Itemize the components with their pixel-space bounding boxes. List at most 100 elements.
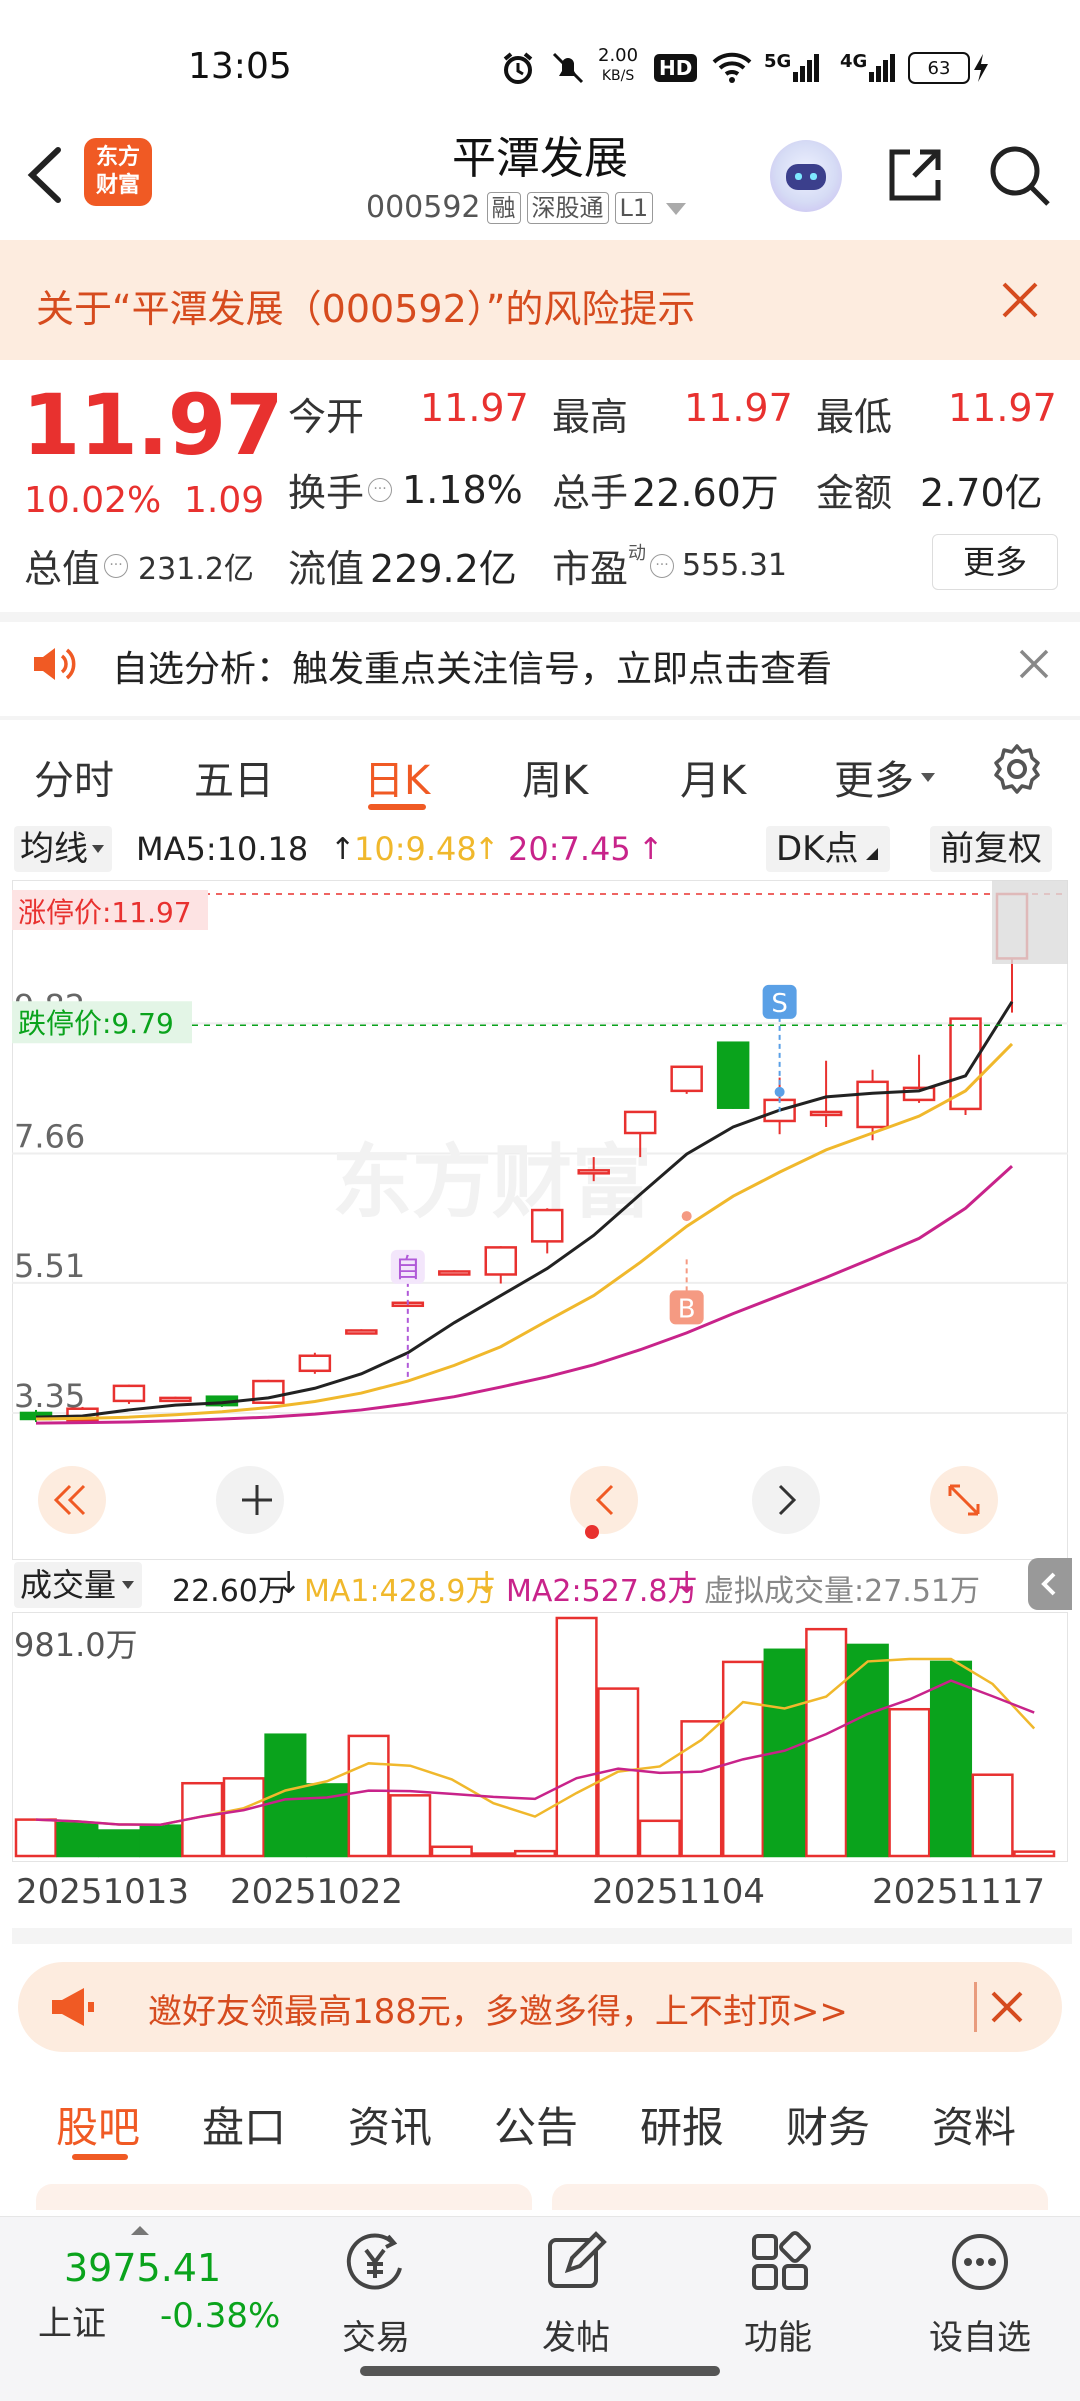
tab-pankou[interactable]: 盘口: [202, 2094, 286, 2155]
net2-label: 4G: [840, 50, 868, 72]
nav-trade[interactable]: 交易: [316, 2310, 436, 2359]
yuan-trade-icon[interactable]: [340, 2230, 410, 2298]
divider: [12, 1928, 1072, 1944]
nav-post[interactable]: 发帖: [516, 2310, 636, 2359]
index-name[interactable]: 上证: [38, 2296, 106, 2345]
tab-more[interactable]: 更多: [834, 748, 938, 806]
adjust-mode-button[interactable]: 前复权: [930, 826, 1052, 872]
analysis-banner-text[interactable]: 自选分析：触发重点关注信号，立即点击查看: [112, 640, 832, 692]
more-quote-button[interactable]: 更多: [932, 534, 1058, 590]
buy-marker[interactable]: B: [678, 1294, 696, 1324]
candle-body: [716, 1041, 750, 1109]
tab-news[interactable]: 资讯: [348, 2094, 432, 2155]
index-value[interactable]: 3975.41: [64, 2246, 221, 2290]
tab-guba[interactable]: 股吧: [56, 2094, 140, 2155]
candle-body: [484, 1246, 518, 1276]
current-price: 11.97: [22, 376, 284, 474]
nav-add-watchlist[interactable]: 设自选: [920, 2310, 1040, 2359]
grid-function-icon[interactable]: [748, 2230, 812, 2298]
tab-daily-k[interactable]: 日K: [364, 748, 430, 806]
ma5-value: MA5:10.18: [136, 830, 309, 868]
nav-functions[interactable]: 功能: [718, 2310, 838, 2359]
close-icon[interactable]: [990, 1990, 1024, 2028]
candle-body: [298, 1354, 332, 1373]
ma-select[interactable]: 均线: [14, 826, 112, 872]
date-label: 20251104: [592, 1872, 766, 1912]
crosshair-icon[interactable]: [216, 1466, 284, 1534]
info-icon[interactable]: ···: [650, 553, 675, 578]
hd-label: HD: [654, 54, 698, 82]
amount-field: 金额 2.70亿: [816, 462, 1043, 517]
arrow-up-icon: ↑: [330, 832, 356, 867]
search-icon[interactable]: [986, 142, 1052, 208]
ma10-value: 10:9.48: [354, 830, 477, 868]
volume-bar: [14, 1818, 57, 1858]
sell-marker[interactable]: S: [771, 989, 788, 1019]
volume-chart[interactable]: 981.0万: [12, 1612, 1068, 1862]
open-value: 11.97: [420, 386, 529, 430]
info-icon[interactable]: ···: [104, 553, 129, 578]
invite-banner-text[interactable]: 邀好友领最高188元，多邀多得，上不封顶>>: [148, 1984, 848, 2033]
net1-label: 5G: [764, 50, 792, 72]
card-peek: [552, 2184, 1048, 2210]
share-icon[interactable]: [884, 144, 946, 206]
float-label: 流值: [288, 547, 365, 591]
arrow-down-icon: ↓: [276, 1566, 302, 1601]
volume-field: 总手 22.60万: [552, 462, 779, 517]
self-marker[interactable]: 自: [395, 1254, 421, 1284]
volume-bar: [929, 1660, 973, 1858]
volume-bar: [680, 1720, 723, 1858]
pe-value: 555.31: [682, 548, 787, 583]
expand-icon[interactable]: [930, 1466, 998, 1534]
battery-level: 63: [908, 52, 970, 84]
ma20-value: 20:7.45: [508, 830, 631, 868]
chevron-left-icon: [1041, 1572, 1056, 1596]
tab-profile[interactable]: 资料: [932, 2094, 1016, 2155]
gesture-bar: [360, 2366, 720, 2376]
tab-five-day[interactable]: 五日: [194, 748, 274, 806]
collapse-tab[interactable]: [1028, 1558, 1072, 1610]
hd-icon: HD: [654, 48, 698, 88]
close-icon[interactable]: [1018, 648, 1050, 680]
info-icon[interactable]: ···: [368, 477, 393, 502]
volume-max-label: 981.0万: [14, 1626, 138, 1664]
tab-timeshare[interactable]: 分时: [34, 748, 114, 806]
more-dots-icon[interactable]: [948, 2230, 1012, 2298]
status-time: 13:05: [188, 46, 292, 87]
stock-code-line[interactable]: 000592 融 深股通 L1: [366, 190, 689, 225]
net-speed-value: 2.00: [598, 45, 639, 66]
app-logo[interactable]: 东方 财富: [84, 138, 152, 206]
date-label: 20251013: [16, 1872, 190, 1912]
tab-weekly-k[interactable]: 周K: [522, 748, 588, 806]
tab-monthly-k[interactable]: 月K: [680, 748, 746, 806]
volume-ma2: MA2:527.8万: [506, 1574, 698, 1609]
arrow-down-icon: ↓: [474, 1566, 500, 1601]
close-icon[interactable]: [1000, 280, 1040, 320]
volume-bar: [139, 1824, 182, 1858]
volume-bar: [56, 1821, 99, 1858]
tag-level: L1: [614, 191, 654, 224]
back-icon[interactable]: [22, 140, 72, 210]
divider: [0, 716, 1080, 720]
dk-point-button[interactable]: DK点: [766, 826, 891, 872]
double-left-icon[interactable]: [38, 1466, 106, 1534]
watermark: 东方财富: [332, 1136, 652, 1229]
tab-finance[interactable]: 财务: [786, 2094, 870, 2155]
tab-active-indicator: [368, 804, 426, 810]
edit-post-icon[interactable]: [544, 2230, 608, 2298]
risk-banner-text[interactable]: 关于“平潭发展（000592）”的风险提示: [36, 278, 695, 333]
index-change[interactable]: -0.38%: [160, 2296, 280, 2336]
volume-select[interactable]: 成交量: [14, 1562, 143, 1608]
tab-research[interactable]: 研报: [640, 2094, 724, 2155]
limit-down-label: 跌停价:9.79: [18, 1007, 174, 1040]
high-label: 最高: [552, 395, 629, 439]
gear-icon[interactable]: [990, 742, 1044, 796]
amount-value: 2.70亿: [920, 471, 1043, 515]
tab-announcement[interactable]: 公告: [494, 2094, 578, 2155]
assistant-robot-icon[interactable]: [770, 140, 842, 212]
chevron-right-icon[interactable]: [752, 1466, 820, 1534]
divider: [974, 1982, 977, 2032]
chevron-up-icon[interactable]: [128, 2222, 152, 2241]
kline-chart[interactable]: 东方财富 9.827.665.513.35 涨停价:11.97跌停价:9.79 …: [12, 880, 1068, 1560]
alarm-icon: [500, 48, 536, 88]
